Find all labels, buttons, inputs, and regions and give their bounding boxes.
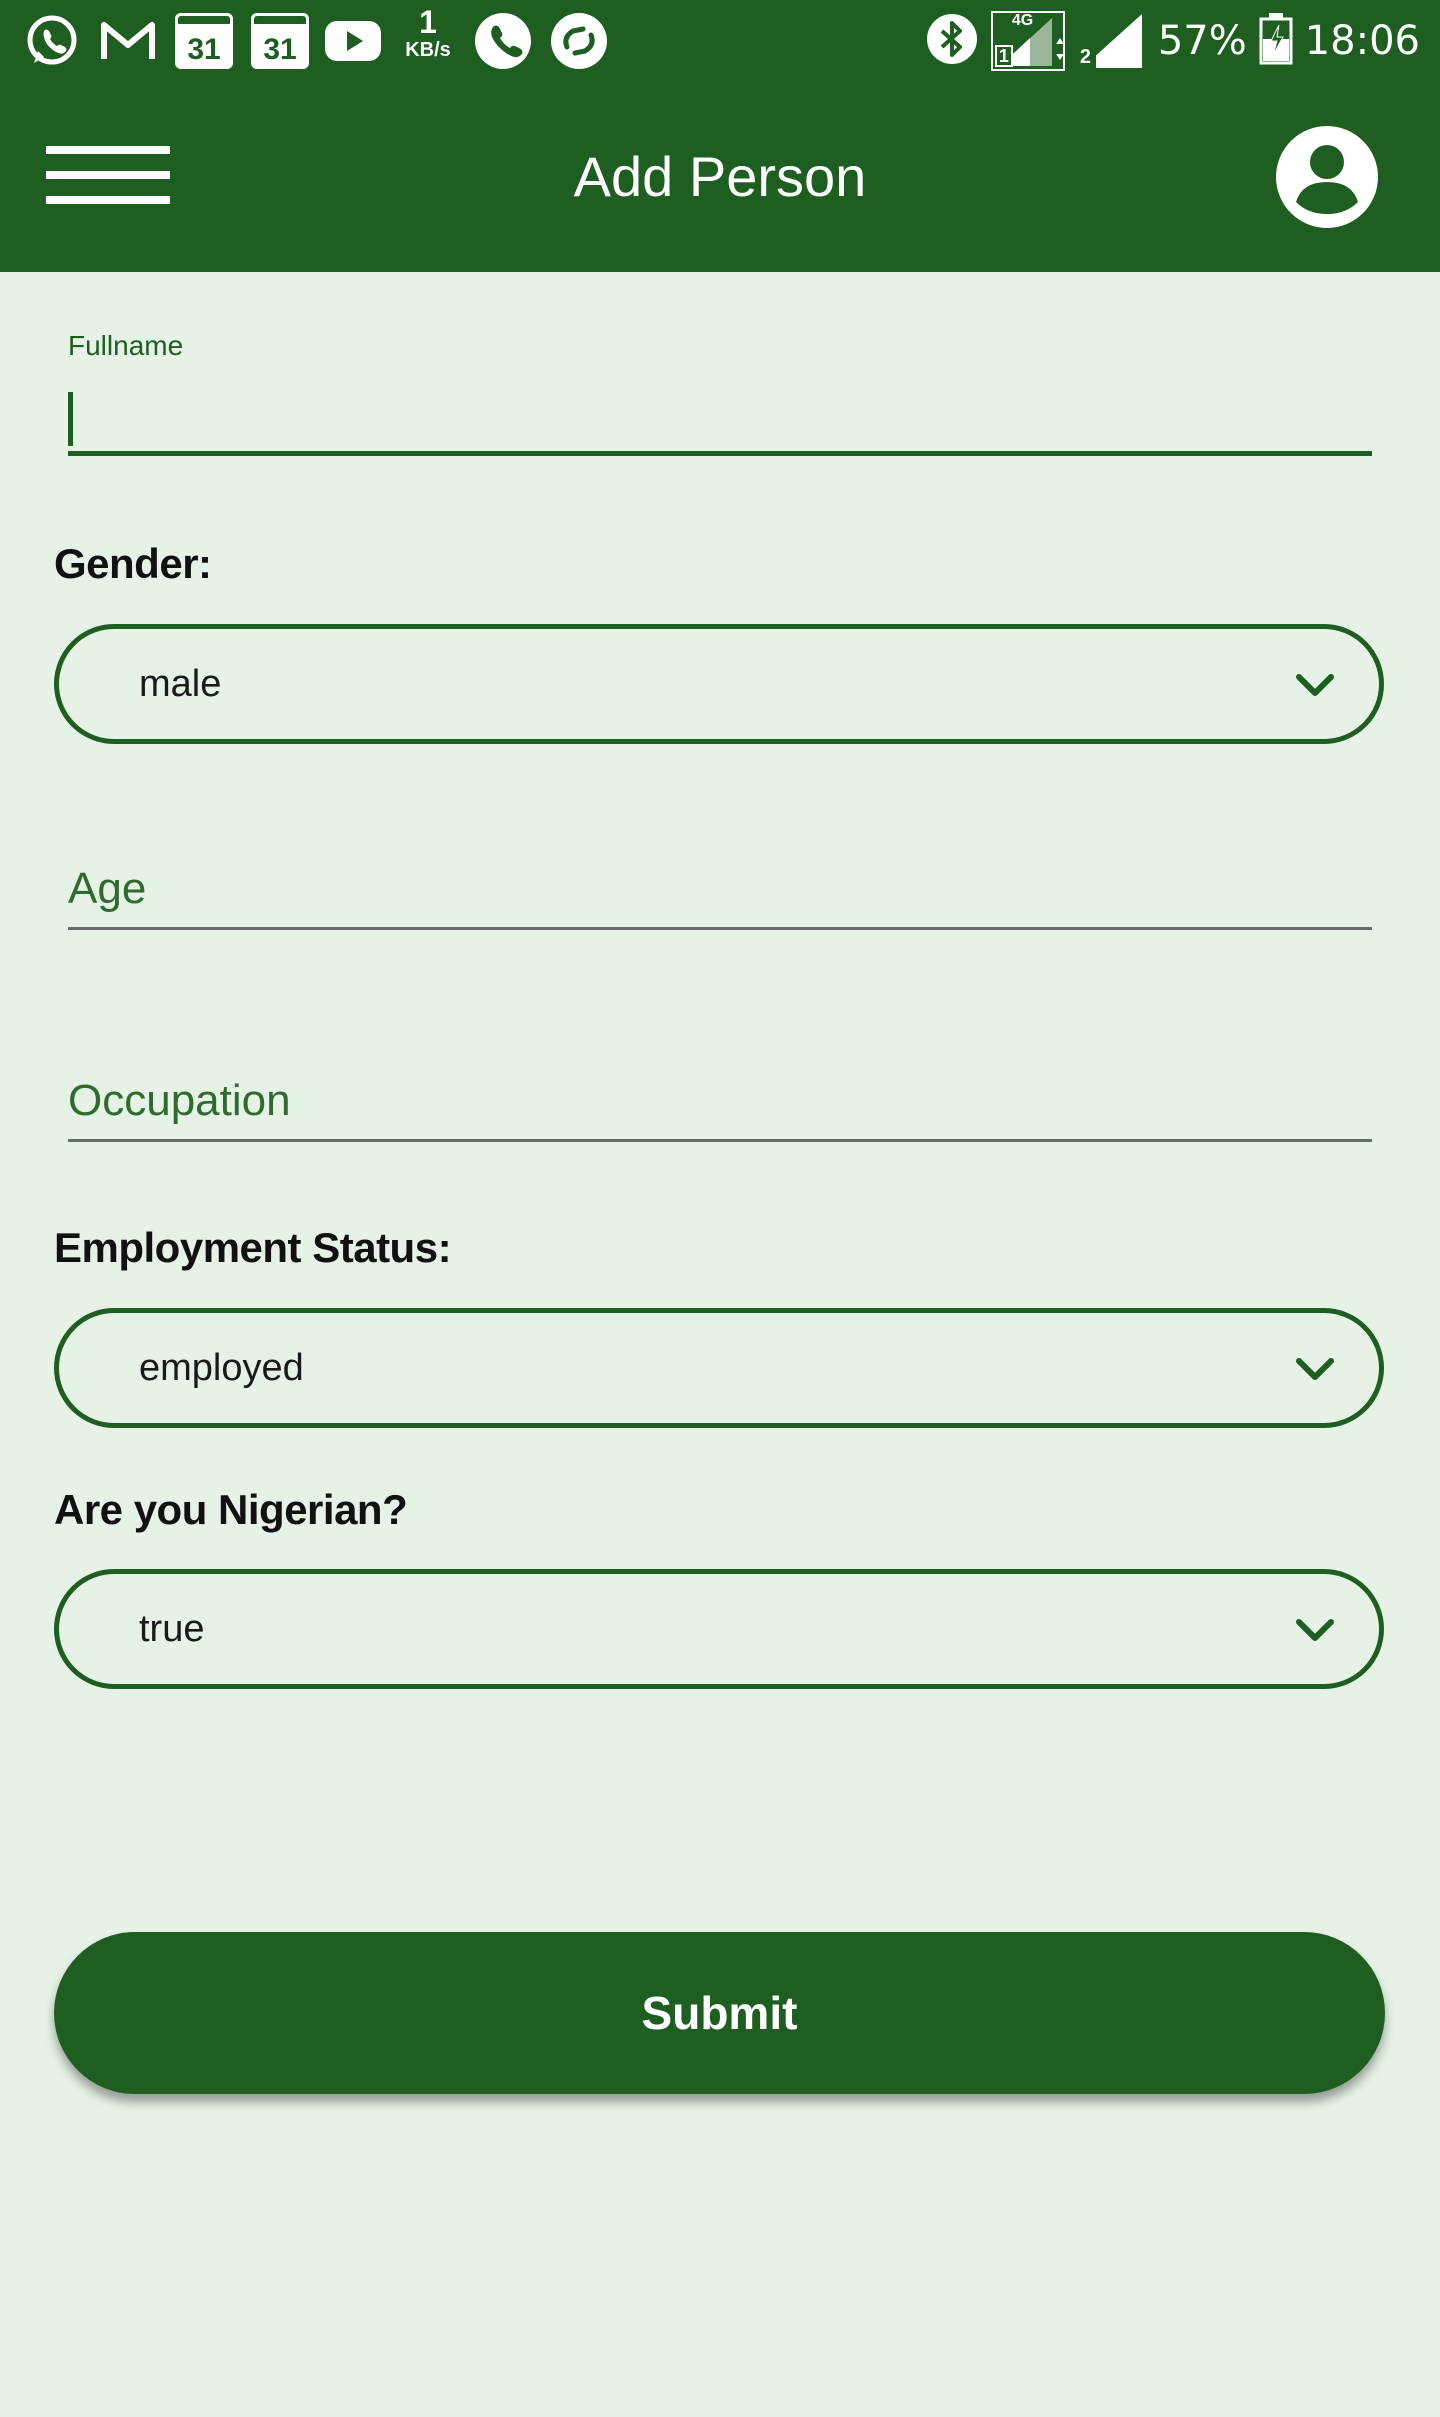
nigerian-select[interactable]: true <box>54 1569 1384 1689</box>
employment-status-label: Employment Status: <box>54 1224 452 1271</box>
signal-sim2-icon: 2 <box>1077 10 1146 72</box>
employment-status-select-value: employed <box>139 1347 304 1389</box>
network-speed-unit: KB/s <box>405 39 451 61</box>
youtube-icon <box>322 12 384 70</box>
age-input[interactable] <box>68 850 1372 930</box>
gmail-icon <box>98 12 158 70</box>
battery-percent: 57% <box>1157 18 1247 64</box>
calendar-day-text: 31 <box>251 13 309 69</box>
text-cursor <box>68 392 73 446</box>
nigerian-label: Are you Nigerian? <box>54 1486 408 1533</box>
fullname-input[interactable] <box>68 378 1372 456</box>
sync-icon <box>548 12 610 70</box>
calendar-icon: 31 <box>174 12 234 70</box>
submit-button[interactable]: Submit <box>54 1932 1385 2094</box>
whatsapp-icon <box>22 12 82 70</box>
status-right: 4G 1 2 57% 18:06 <box>926 0 1420 82</box>
account-circle-icon <box>1276 126 1378 228</box>
calendar-day-text: 31 <box>175 13 233 69</box>
employment-status-select[interactable]: employed <box>54 1308 1384 1428</box>
network-speed-value: 1 <box>419 4 437 40</box>
gender-label: Gender: <box>54 540 212 587</box>
signal-sim1-icon: 4G 1 <box>990 10 1066 72</box>
sim1-text: 1 <box>998 46 1009 66</box>
calendar-icon: 31 <box>250 12 310 70</box>
app-bar: Add Person <box>0 82 1440 272</box>
nigerian-select-value: true <box>139 1608 205 1650</box>
phone-icon <box>472 12 534 70</box>
bluetooth-icon <box>926 13 978 70</box>
fullname-label: Fullname <box>68 330 184 361</box>
network-speed: 1 KB/s <box>396 6 460 60</box>
account-button[interactable] <box>1276 126 1378 228</box>
chevron-down-icon <box>1296 1619 1334 1641</box>
gender-select[interactable]: male <box>54 624 1384 744</box>
gender-select-value: male <box>139 663 222 705</box>
chevron-down-icon <box>1296 674 1334 696</box>
status-bar: 31 31 1 KB/s 4G 1 2 57% 18:06 <box>0 0 1440 82</box>
network-type-text: 4G <box>1011 12 1034 29</box>
occupation-input[interactable] <box>68 1062 1372 1142</box>
page-title: Add Person <box>573 145 867 208</box>
clock-time: 18:06 <box>1304 18 1420 64</box>
battery-charging-icon <box>1259 12 1293 70</box>
sim2-text: 2 <box>1079 46 1091 68</box>
chevron-down-icon <box>1296 1358 1334 1380</box>
